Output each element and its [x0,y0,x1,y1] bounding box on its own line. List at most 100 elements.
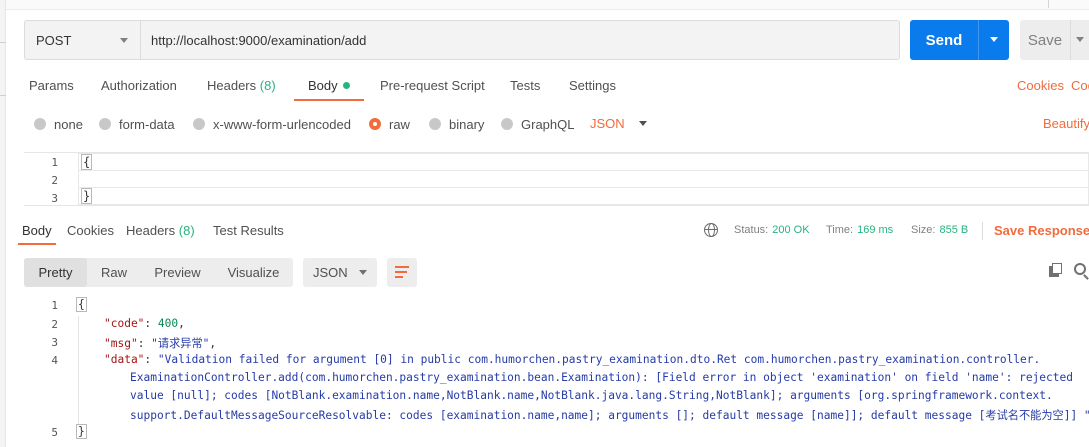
line-number: 2 [51,174,58,187]
save-response-button[interactable]: Save Response [994,223,1089,238]
chevron-down-icon [990,37,998,42]
line-number: 3 [51,336,58,349]
brace-close: } [76,424,87,439]
chevron-down-icon [120,38,128,43]
editor-line[interactable]: } [78,187,1089,205]
line-number: 3 [51,192,58,205]
chevron-down-icon [359,270,367,275]
json-key: "msg" [104,337,138,350]
save-button[interactable]: Save [1020,20,1070,60]
copy-icon-front [1052,263,1062,274]
json-value: "请求异常" [151,337,210,350]
body-modified-dot [342,82,350,89]
code-line-wrapped: support.DefaultMessageSourceResolvable: … [130,409,1089,422]
request-body-editor[interactable]: 1 2 3 { } [24,152,1089,206]
line-number: 1 [51,299,58,312]
raw-button[interactable]: Raw [87,258,141,287]
wrap-lines-icon[interactable] [387,258,417,287]
response-tab-headers-label: Headers [126,223,176,238]
radio-label: binary [449,116,485,132]
radio-circle [429,118,441,130]
divider [982,222,983,240]
line-number: 5 [51,426,58,439]
json-key: "data" [104,353,145,366]
brace-open: { [76,297,87,312]
tab-settings[interactable]: Settings [569,78,616,100]
radio-urlencoded[interactable]: x-www-form-urlencoded [193,116,351,132]
method-select[interactable]: POST [24,20,140,60]
json-colon: : [144,353,158,366]
pretty-button[interactable]: Pretty [24,258,87,287]
url-text: http://localhost:9000/examination/add [151,32,367,48]
radio-graphql[interactable]: GraphQL [501,116,574,132]
radio-label: x-www-form-urlencoded [213,116,351,132]
editor-line[interactable] [78,170,1089,188]
radio-form-data[interactable]: form-data [99,116,175,132]
wrap-line-stroke [395,276,403,278]
tab-authorization[interactable]: Authorization [101,78,177,100]
body-language-select[interactable]: JSON [590,116,647,131]
code-line: } [76,424,87,439]
wrap-line-stroke [395,266,409,268]
tab-prerequest-script[interactable]: Pre-request Script [380,78,485,100]
response-tab-cookies[interactable]: Cookies [67,223,114,238]
copy-icon[interactable] [1049,263,1063,277]
response-tab-headers[interactable]: Headers (8) [126,223,195,238]
json-colon: : [137,337,152,350]
size-readout: Size: 855 B [911,224,968,236]
line-gutter: 1 2 3 [24,153,78,205]
json-colon: : [144,317,158,330]
radio-label: none [54,116,83,132]
headers-count: (8) [259,78,276,93]
send-button[interactable]: Send [910,20,978,60]
code-line: "data": "Validation failed for argument … [104,353,1040,366]
json-comma: , [209,337,217,350]
time-label: Time: [826,224,854,236]
response-language-label: JSON [313,265,348,280]
cookies-link[interactable]: Cookies [1017,78,1064,93]
json-value: 400 [157,317,179,330]
tab-body-label: Body [308,78,338,93]
response-tab-test-results[interactable]: Test Results [213,223,284,238]
status-value: 200 OK [772,224,810,236]
response-language-select[interactable]: JSON [303,258,377,287]
tab-headers[interactable]: Headers (8) [207,78,276,100]
code-line: { [76,297,87,312]
tab-strip [6,0,1089,10]
visualize-button[interactable]: Visualize [214,258,293,287]
tab-params[interactable]: Params [29,78,74,100]
size-value: 855 B [939,224,969,236]
radio-label: GraphQL [521,116,575,132]
beautify-link[interactable]: Beautify [1043,116,1089,131]
tab-tests[interactable]: Tests [510,78,540,100]
search-icon[interactable] [1074,263,1086,275]
code-line: "code": 400, [104,317,185,330]
radio-none[interactable]: none [34,116,83,132]
save-options-button[interactable] [1070,20,1089,60]
radio-raw[interactable]: raw [369,116,410,132]
response-tab-body[interactable]: Body [18,223,56,245]
body-language-label: JSON [590,116,625,131]
tab-body[interactable]: Body [294,78,364,101]
line-number: 1 [51,156,58,169]
preview-button[interactable]: Preview [141,258,214,287]
code-line: "msg": "请求异常", [104,335,216,351]
radio-label: form-data [119,116,175,132]
sidebar-divider [0,95,6,96]
chevron-down-icon [638,121,647,126]
send-options-button[interactable] [978,20,1009,60]
response-format-group: Pretty Raw Preview Visualize [24,258,293,287]
editor-line[interactable]: { [78,153,1089,171]
code-link[interactable]: Coc [1071,78,1089,93]
radio-binary[interactable]: binary [429,116,484,132]
response-headers-count: (8) [178,223,195,238]
globe-icon[interactable] [704,223,718,237]
radio-circle [193,118,205,130]
line-number: 4 [51,354,58,367]
time-readout: Time: 169 ms [826,224,893,236]
response-body-viewer[interactable]: 1 2 3 4 5 { "code": 400, "msg": "请求异常", … [0,296,1089,447]
chevron-down-icon [1076,37,1084,42]
time-value: 169 ms [857,224,894,236]
url-input[interactable]: http://localhost:9000/examination/add [140,20,900,60]
json-key: "code" [104,317,145,330]
